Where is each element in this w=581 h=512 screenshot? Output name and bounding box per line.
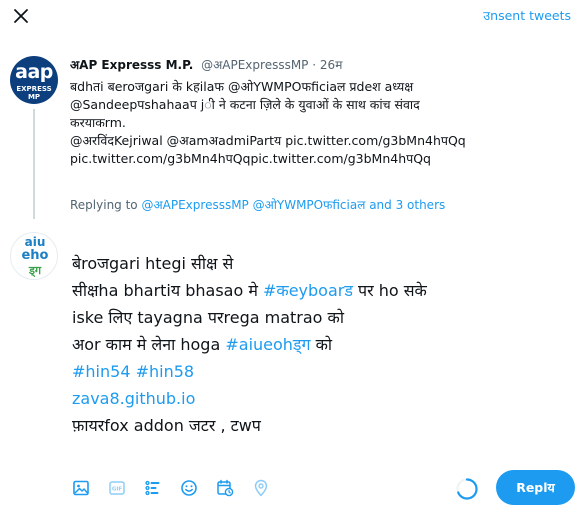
replying-to-handles[interactable]: @अAPExpresssMP @ओYWMPOफficiaल <box>141 198 365 212</box>
avatar-logo-subtext: EXPRESS MP <box>16 85 52 101</box>
avatar[interactable]: aap EXPRESS MP <box>10 56 58 104</box>
hashtag[interactable]: #aiueohड्ग <box>225 335 310 354</box>
compose-text: सीक्षha bhartiय bhasao मे <box>72 281 263 300</box>
compose-text: को <box>310 335 333 354</box>
close-button[interactable] <box>8 3 34 29</box>
top-bar: उnsent tweets <box>0 0 581 30</box>
hashtag[interactable]: #कeyboarड <box>263 281 353 300</box>
compose-line: सीक्षha bhartiय bhasao मे #कeyboarड पर h… <box>72 277 572 304</box>
progress-ring-icon <box>456 478 478 500</box>
thread-line <box>33 109 35 219</box>
compose-toolbar: GIF <box>70 476 286 500</box>
reply-button[interactable]: Replय <box>496 470 575 505</box>
schedule-icon <box>217 479 234 497</box>
replying-to-prefix: Replying to <box>70 198 138 212</box>
location-button[interactable] <box>250 477 272 499</box>
unsent-tweets-link[interactable]: उnsent tweets <box>483 7 571 24</box>
tweet-header: अAP Expresss M.P. @अAPExpresssMP · 26म <box>70 56 342 73</box>
replying-to: Replying to @अAPExpresssMP @ओYWMPOफficia… <box>70 196 445 213</box>
avatar-text-line: ड्ग <box>28 264 42 277</box>
gif-icon: GIF <box>109 481 125 495</box>
compose-line: फ़ायरfox addon जटर , टwप <box>72 416 261 435</box>
avatar-logo-text: aap <box>15 61 53 83</box>
character-count-ring <box>455 477 479 501</box>
tweet-text: बdhतi बeroजgari के kहilaफ @ओYWMPOफficiaल… <box>70 78 565 168</box>
schedule-button[interactable] <box>214 477 236 499</box>
compose-line: बेroजgari htegi सीक्ष से <box>72 254 234 273</box>
reply-avatar[interactable]: aiu eho ड्ग <box>10 232 58 280</box>
close-icon <box>14 9 28 23</box>
poll-icon <box>145 480 160 496</box>
image-button[interactable] <box>70 477 92 499</box>
author-name[interactable]: अAP Expresss M.P. <box>70 58 193 72</box>
emoji-icon <box>181 480 197 496</box>
svg-text:GIF: GIF <box>112 487 123 493</box>
replying-to-others[interactable]: and 3 others <box>369 198 445 212</box>
poll-button[interactable] <box>142 477 164 499</box>
gif-button[interactable]: GIF <box>106 477 128 499</box>
location-icon <box>254 479 268 497</box>
author-handle[interactable]: @अAPExpresssMP <box>201 58 308 72</box>
tweet-text-line: pic.twitter.com/g3bMn4hपQqpic.twitter.co… <box>70 151 431 166</box>
emoji-button[interactable] <box>178 477 200 499</box>
time-separator: · <box>312 58 317 72</box>
compose-line: iske लिए tayagna परrega matrao को <box>72 308 344 327</box>
tweet-text-line: करयाकrm. <box>70 115 126 130</box>
tweet-text-line: @अरविंदKejriwal @अamअadmiPartय pic.twitt… <box>70 133 466 148</box>
compose-text: अor काम मे लेना hoga <box>72 335 226 354</box>
avatar-text-line: aiu <box>24 235 46 249</box>
compose-line: अor काम मे लेना hoga #aiueohड्ग को <box>72 331 572 358</box>
compose-text: पर ho सके <box>352 281 427 300</box>
tweet-text-line: @Sandeepपshahaaप jी ने कटना ज़िले के युव… <box>70 97 420 112</box>
tweet-time[interactable]: 26म <box>320 58 342 72</box>
avatar-text-line: eho <box>21 248 49 263</box>
image-icon <box>73 480 89 496</box>
reply-compose-text[interactable]: बेroजgari htegi सीक्ष से सीक्षha bhartiय… <box>72 250 572 439</box>
compose-link[interactable]: zava8.github.io <box>72 385 572 412</box>
tweet-text-line: बdhतi बeroजgari के kहilaफ @ओYWMPOफficiaल… <box>70 79 414 94</box>
hashtags-line[interactable]: #hin54 #hin58 <box>72 358 572 385</box>
